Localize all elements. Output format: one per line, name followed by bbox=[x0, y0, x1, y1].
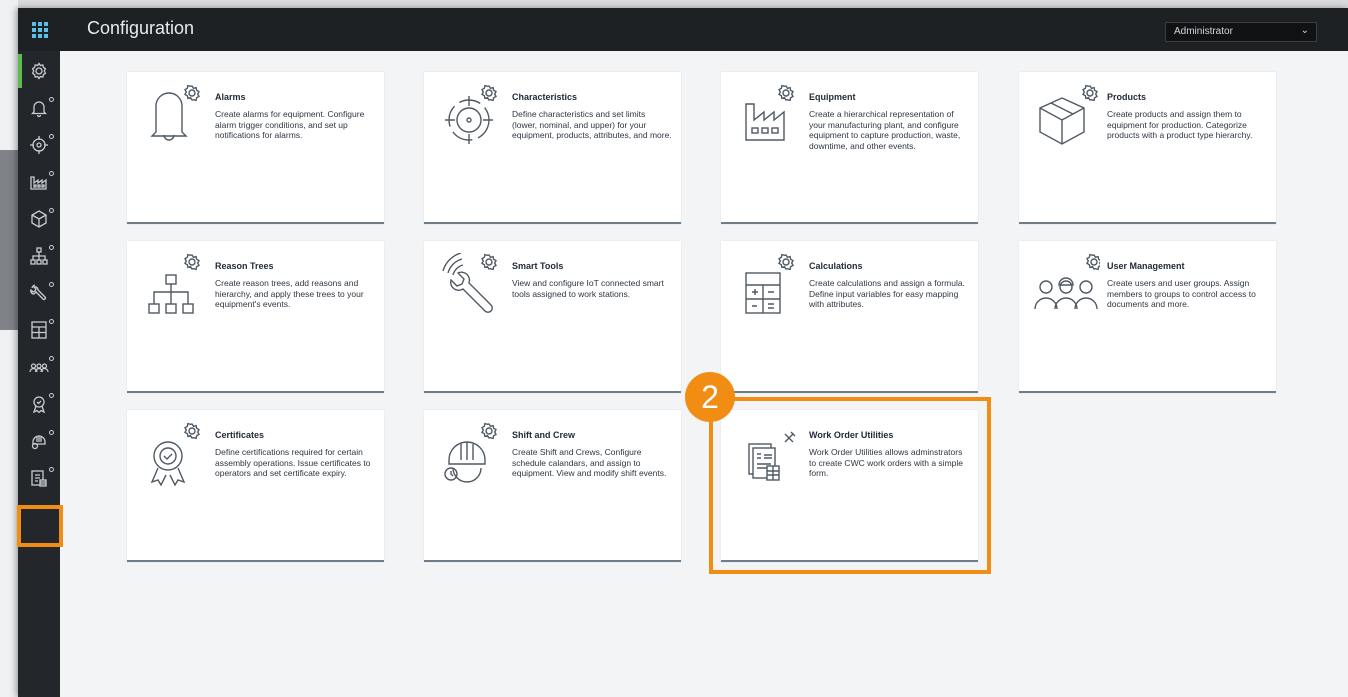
card-description: Create users and user groups. Assign mem… bbox=[1107, 278, 1256, 309]
certificate-icon bbox=[32, 396, 46, 414]
app-launcher-button[interactable] bbox=[18, 8, 61, 51]
sidebar-item-certificates[interactable] bbox=[18, 387, 60, 421]
card-description: Create products and assign them to equip… bbox=[1107, 109, 1253, 140]
card-description: Create reason trees, add reasons and hie… bbox=[215, 278, 364, 309]
card-calculations[interactable]: Calculations Create calculations and ass… bbox=[721, 241, 978, 393]
sidebar-item-configuration[interactable] bbox=[18, 54, 60, 88]
gear-badge-icon bbox=[49, 171, 54, 176]
grid-icon bbox=[31, 21, 48, 38]
card-reason-trees[interactable]: Reason Trees Create reason trees, add re… bbox=[127, 241, 384, 393]
role-select-value: Administrator bbox=[1174, 26, 1233, 37]
top-bar: Configuration Administrator ⌄ bbox=[18, 8, 1348, 51]
chevron-down-icon: ⌄ bbox=[1300, 25, 1309, 36]
sidebar-item-reason-trees[interactable] bbox=[18, 239, 60, 273]
card-products[interactable]: Products Create products and assign them… bbox=[1019, 72, 1276, 224]
card-description: Create Shift and Crews, Configure schedu… bbox=[512, 447, 667, 478]
target-icon bbox=[30, 136, 48, 154]
gear-badge-icon bbox=[49, 208, 54, 213]
card-title: Smart Tools bbox=[512, 261, 564, 271]
backdrop-strip bbox=[0, 150, 18, 330]
sidebar-item-characteristics[interactable] bbox=[18, 128, 60, 162]
sidebar bbox=[18, 51, 60, 697]
wrench-wifi-icon bbox=[30, 284, 47, 301]
app-window: Configuration Administrator ⌄ Alarms Cre… bbox=[18, 8, 1348, 697]
work-order-icon bbox=[31, 470, 47, 487]
box-icon bbox=[31, 210, 47, 228]
users-gear-icon bbox=[1034, 253, 1100, 310]
card-title: Certificates bbox=[215, 430, 265, 440]
role-select[interactable]: Administrator ⌄ bbox=[1165, 22, 1317, 42]
bell-gear-icon bbox=[150, 84, 200, 141]
sidebar-item-equipment[interactable] bbox=[18, 165, 60, 199]
bell-icon bbox=[30, 101, 48, 118]
card-smart-tools[interactable]: Smart Tools View and configure IoT conne… bbox=[424, 241, 681, 393]
card-description: Define certifications required for certa… bbox=[215, 447, 371, 478]
sidebar-item-products[interactable] bbox=[18, 202, 60, 236]
gear-badge-icon bbox=[49, 430, 54, 435]
sidebar-item-shift-and-crew[interactable] bbox=[18, 424, 60, 458]
gear-icon bbox=[31, 62, 47, 80]
wrench-badge-icon bbox=[49, 467, 54, 472]
sidebar-item-alarms[interactable] bbox=[18, 91, 60, 125]
sidebar-item-highlight bbox=[17, 505, 63, 547]
step-badge: 2 bbox=[685, 372, 735, 422]
hierarchy-gear-icon bbox=[148, 253, 200, 314]
card-alarms[interactable]: Alarms Create alarms for equipment. Conf… bbox=[127, 72, 384, 224]
sidebar-item-smart-tools[interactable] bbox=[18, 276, 60, 310]
card-title: Equipment bbox=[809, 92, 856, 102]
card-title: User Management bbox=[1107, 261, 1185, 271]
sidebar-item-work-order-utilities[interactable] bbox=[18, 461, 60, 495]
card-user-management[interactable]: User Management Create users and user gr… bbox=[1019, 241, 1276, 393]
gear-badge-icon bbox=[49, 134, 54, 139]
wrench-signal-gear-icon bbox=[442, 253, 497, 313]
card-characteristics[interactable]: Characteristics Define characteristics a… bbox=[424, 72, 681, 224]
hardhat-clock-gear-icon bbox=[444, 422, 497, 483]
work-order-card-highlight bbox=[709, 397, 991, 574]
card-description: Create alarms for equipment. Configure a… bbox=[215, 109, 365, 140]
card-shift-and-crew[interactable]: Shift and Crew Create Shift and Crews, C… bbox=[424, 410, 681, 562]
page-title: Configuration bbox=[87, 18, 195, 38]
card-certificates[interactable]: Certificates Define certifications requi… bbox=[127, 410, 384, 562]
hierarchy-icon bbox=[30, 247, 48, 265]
target-gear-icon bbox=[445, 84, 497, 144]
gear-badge-icon bbox=[49, 245, 54, 250]
gear-badge-icon bbox=[49, 282, 54, 287]
card-title: Shift and Crew bbox=[512, 430, 576, 440]
card-description: View and configure IoT connected smart t… bbox=[512, 278, 664, 299]
factory-gear-icon bbox=[745, 84, 794, 141]
box-gear-icon bbox=[1039, 84, 1098, 145]
card-title: Alarms bbox=[215, 92, 246, 102]
gear-badge-icon bbox=[49, 97, 54, 102]
gear-badge-icon bbox=[49, 319, 54, 324]
card-title: Products bbox=[1107, 92, 1147, 102]
gear-badge-icon bbox=[49, 393, 54, 398]
card-title: Reason Trees bbox=[215, 261, 274, 271]
sidebar-item-calculations[interactable] bbox=[18, 313, 60, 347]
card-description: Create calculations and assign a formula… bbox=[809, 278, 965, 309]
card-description: Define characteristics and set limits (l… bbox=[512, 109, 672, 140]
backdrop-left bbox=[0, 0, 18, 697]
users-icon bbox=[29, 363, 49, 373]
sidebar-item-user-management[interactable] bbox=[18, 350, 60, 384]
certificate-gear-icon bbox=[150, 422, 200, 486]
hardhat-icon bbox=[31, 435, 46, 450]
card-title: Calculations bbox=[809, 261, 863, 271]
card-title: Characteristics bbox=[512, 92, 578, 102]
card-equipment[interactable]: Equipment Create a hierarchical represen… bbox=[721, 72, 978, 224]
gear-badge-icon bbox=[49, 356, 54, 361]
calculator-gear-icon bbox=[745, 253, 794, 314]
calculator-icon bbox=[31, 321, 47, 339]
factory-icon bbox=[30, 176, 47, 190]
card-description: Create a hierarchical representation of … bbox=[809, 109, 961, 151]
